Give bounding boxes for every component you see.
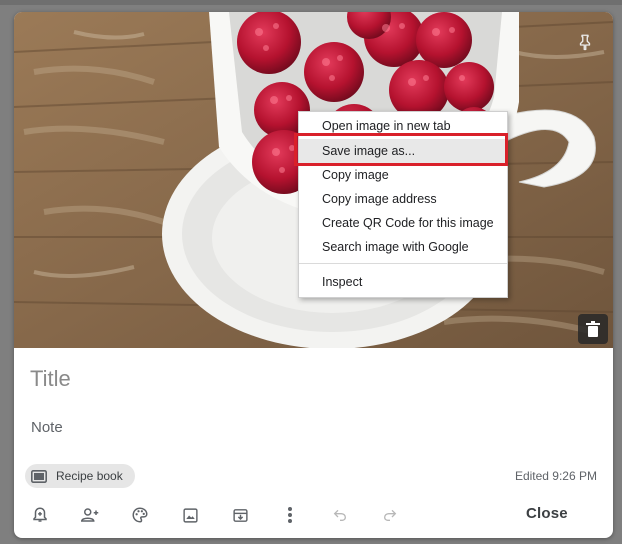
note-body-input[interactable]: Note [31,419,63,436]
palette-icon [132,507,148,523]
redo-button[interactable] [378,503,402,527]
archive-icon [232,508,248,522]
context-menu: Open image in new tab Save image as... C… [298,111,508,298]
pin-note-button[interactable] [573,30,597,54]
label-chip-text: Recipe book [56,469,123,483]
menu-item-copy-image-address[interactable]: Copy image address [299,187,507,211]
collaborator-icon [80,508,99,522]
more-vert-icon [288,507,292,523]
menu-item-open-image-new-tab[interactable]: Open image in new tab [299,114,507,138]
label-icon [31,469,47,483]
undo-button[interactable] [328,503,352,527]
image-icon [182,507,198,523]
edited-timestamp: Edited 9:26 PM [514,469,597,483]
delete-image-button[interactable] [578,314,608,344]
menu-item-save-image-as[interactable]: Save image as... [299,139,507,163]
trash-icon [586,321,600,337]
label-chip[interactable]: Recipe book [25,464,135,488]
menu-item-inspect[interactable]: Inspect [299,270,507,294]
window-top-strip [0,0,622,5]
menu-item-copy-image[interactable]: Copy image [299,163,507,187]
add-image-button[interactable] [178,503,202,527]
title-input[interactable]: Title [30,366,71,392]
menu-separator [299,263,507,264]
close-button[interactable]: Close [526,505,568,522]
more-options-button[interactable] [278,503,302,527]
pin-icon [579,34,591,51]
remind-me-button[interactable] [28,503,52,527]
undo-icon [333,509,347,521]
background-options-button[interactable] [128,503,152,527]
archive-button[interactable] [228,503,252,527]
note-toolbar: Close [14,498,613,532]
add-alert-icon [33,507,47,522]
redo-icon [383,509,397,521]
menu-item-create-qr-code[interactable]: Create QR Code for this image [299,211,507,235]
collaborator-button[interactable] [78,503,102,527]
menu-item-search-image-google[interactable]: Search image with Google [299,235,507,259]
